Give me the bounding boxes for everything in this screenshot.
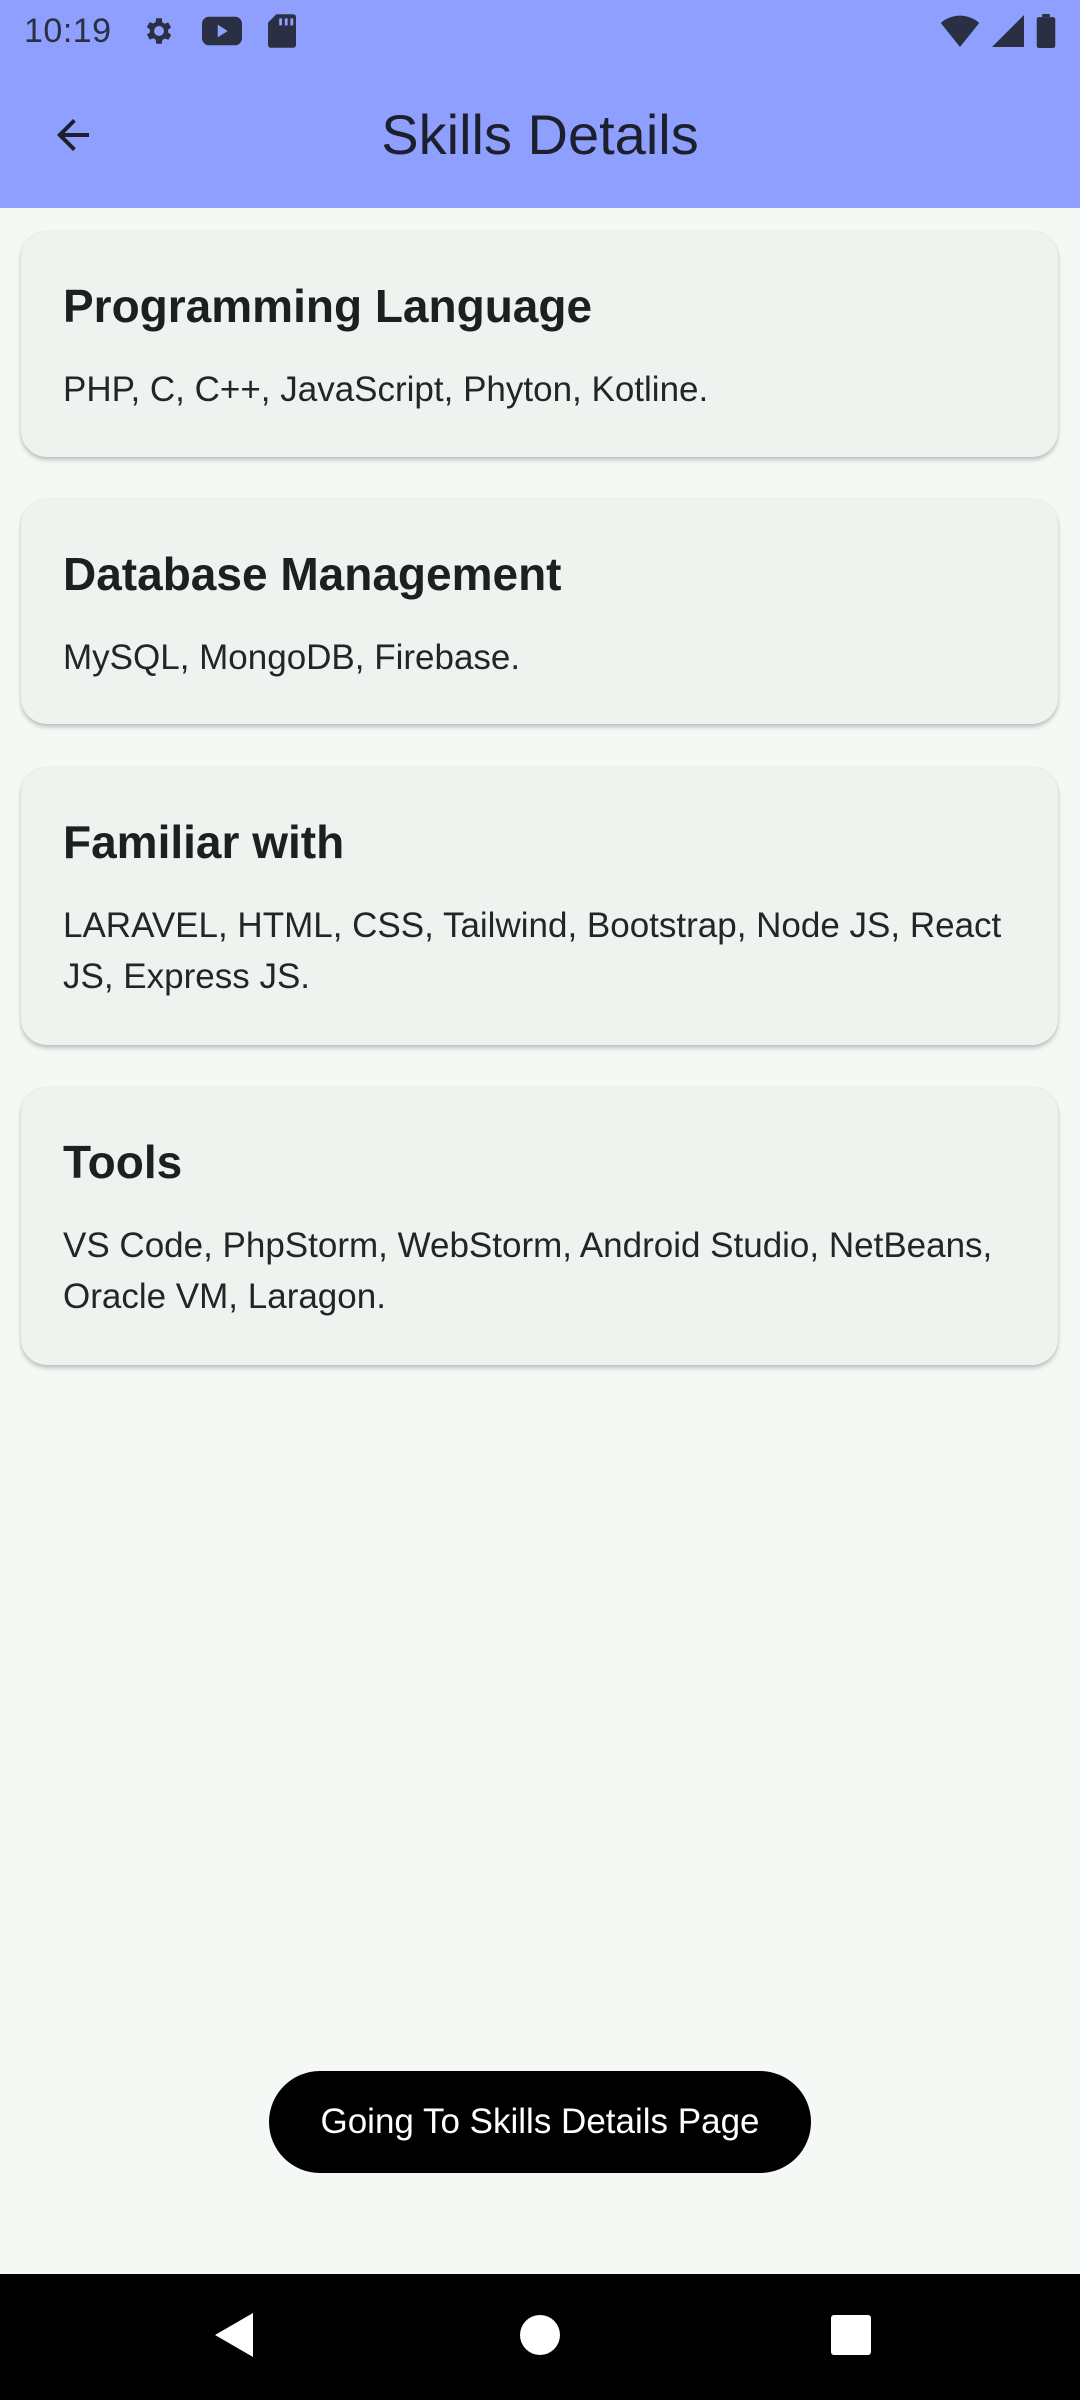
battery-icon xyxy=(1036,14,1056,48)
youtube-icon xyxy=(201,16,242,46)
toolbar: Skills Details xyxy=(0,62,1080,208)
cell-signal-icon xyxy=(992,15,1024,47)
status-time: 10:19 xyxy=(24,11,112,50)
recents-square-icon xyxy=(830,2314,872,2361)
status-bar: 10:19 xyxy=(0,0,1080,62)
toast-message: Going To Skills Details Page xyxy=(269,2071,811,2173)
card-title: Programming Language xyxy=(63,280,593,332)
sd-card-icon xyxy=(267,14,296,48)
home-circle-icon xyxy=(519,2314,561,2361)
status-notification-icons xyxy=(142,14,296,48)
status-system-icons xyxy=(940,14,1056,48)
nav-recents-button[interactable] xyxy=(806,2292,896,2382)
app-bar: 10:19 Skills Details xyxy=(0,0,1080,208)
card-body: VS Code, PhpStorm, WebStorm, Android Stu… xyxy=(63,1226,993,1317)
card-title: Database Management xyxy=(63,548,562,600)
nav-back-button[interactable] xyxy=(190,2292,280,2382)
card-body: MySQL, MongoDB, Firebase. xyxy=(63,638,521,678)
system-nav-bar xyxy=(0,2274,1080,2400)
skill-card-database-management: Database Management MySQL, MongoDB, Fire… xyxy=(21,499,1058,724)
settings-icon xyxy=(142,14,176,48)
skill-card-programming-language: Programming Language PHP, C, C++, JavaSc… xyxy=(21,231,1058,457)
nav-home-button[interactable] xyxy=(495,2292,585,2382)
page-title: Skills Details xyxy=(381,103,699,166)
back-triangle-icon xyxy=(213,2311,257,2364)
card-body: LARAVEL, HTML, CSS, Tailwind, Bootstrap,… xyxy=(63,906,1002,997)
card-title: Tools xyxy=(63,1136,183,1188)
skill-card-familiar-with: Familiar with LARAVEL, HTML, CSS, Tailwi… xyxy=(21,767,1058,1045)
card-body: PHP, C, C++, JavaScript, Phyton, Kotline… xyxy=(63,370,709,410)
wifi-icon xyxy=(940,15,980,47)
card-title: Familiar with xyxy=(63,816,345,868)
skill-card-tools: Tools VS Code, PhpStorm, WebStorm, Andro… xyxy=(21,1087,1058,1365)
